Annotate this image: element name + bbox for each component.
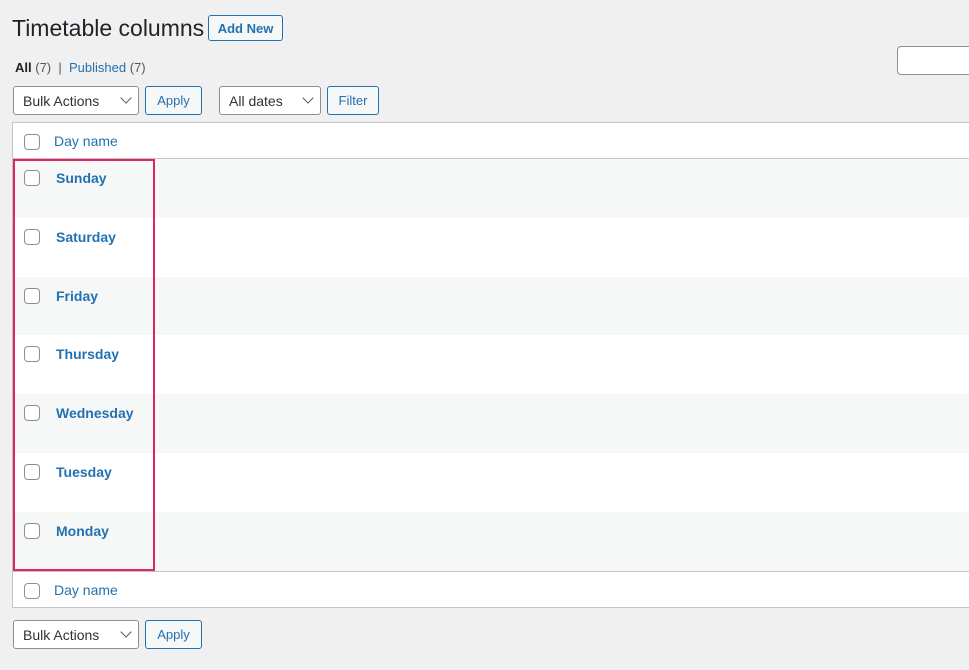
view-published[interactable]: Published [69,60,126,75]
bulk-actions-label: Bulk Actions [23,92,100,109]
apply-button[interactable]: Apply [145,86,202,115]
view-filters: All (7) | Published (7) [15,60,146,75]
column-day-name[interactable]: Day name [54,133,118,149]
table-row: Tuesday [13,453,969,512]
table-row: Friday [13,276,969,336]
table-row: Sunday [13,159,969,218]
dates-label: All dates [229,92,283,109]
table-header: Day name [13,123,969,159]
posts-table: Day name Sunday Saturday Friday Thursday Wed… [12,122,969,608]
table-row: Thursday [13,335,969,395]
search-input[interactable] [897,46,969,75]
chevron-down-icon [120,626,132,638]
highlight-box [13,159,155,571]
dates-select[interactable]: All dates [219,86,321,115]
chevron-down-icon [302,92,314,104]
view-all[interactable]: All [15,60,32,75]
filter-button[interactable]: Filter [327,86,379,115]
published-count: (7) [129,60,146,75]
table-row: Saturday [13,217,969,277]
select-all-checkbox[interactable] [24,583,40,599]
all-count: (7) [35,60,52,75]
table-row: Monday [13,511,969,571]
column-day-name[interactable]: Day name [54,582,118,598]
select-all-checkbox[interactable] [24,134,40,150]
table-footer: Day name [13,571,969,607]
bulk-actions-select[interactable]: Bulk Actions [13,86,139,115]
apply-button-bottom[interactable]: Apply [145,620,202,649]
bulk-actions-label: Bulk Actions [23,626,100,643]
table-row: Wednesday [13,394,969,454]
add-new-button[interactable]: Add New [208,15,283,41]
chevron-down-icon [120,92,132,104]
separator: | [58,60,62,75]
bulk-actions-select-bottom[interactable]: Bulk Actions [13,620,139,649]
page-title: Timetable columns [12,15,205,41]
